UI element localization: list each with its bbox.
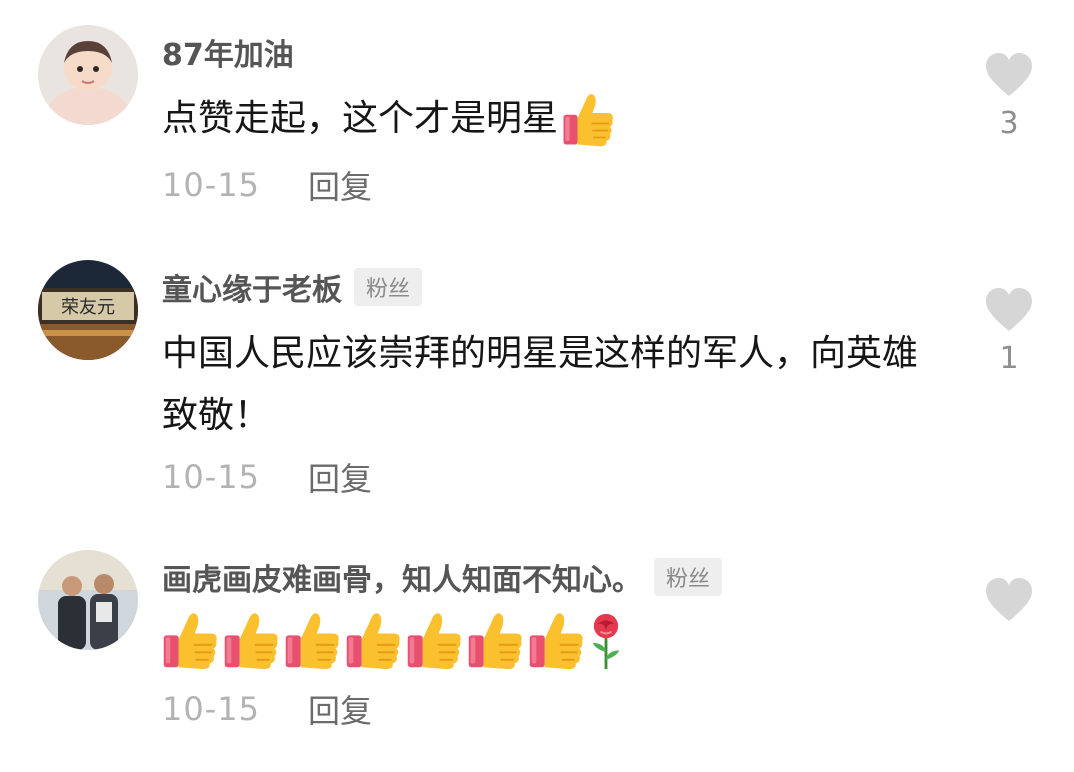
comment-text: 点赞走起，这个才是明星: [162, 88, 942, 150]
plaque-avatar-image: 荣友元: [38, 260, 138, 360]
heart-icon: [984, 577, 1034, 623]
thumbs-up-icon: [404, 611, 464, 671]
thumbs-up-icon: [282, 611, 342, 671]
username[interactable]: 画虎画皮难画骨，知人知面不知心。: [162, 555, 642, 599]
comment-meta: 10-15 回复: [162, 162, 372, 208]
comment-item: 画虎画皮难画骨，知人知面不知心。 粉丝 10-15 回复: [0, 535, 1074, 772]
like-button[interactable]: 1: [984, 287, 1034, 376]
comment-date: 10-15: [162, 458, 260, 496]
like-button[interactable]: 3: [984, 52, 1034, 141]
emoji-row: [160, 611, 625, 671]
username-row: 画虎画皮难画骨，知人知面不知心。 粉丝: [162, 555, 723, 599]
fan-badge: 粉丝: [354, 268, 423, 306]
like-count: 3: [999, 106, 1019, 141]
comment-item: 荣友元 童心缘于老板 粉丝 中国人民应该崇拜的明星是这样的军人，向英雄致敬！ 1…: [0, 235, 1074, 535]
group-photo-avatar-image: [38, 550, 138, 650]
username-row: 童心缘于老板 粉丝: [162, 265, 423, 309]
comment-meta: 10-15 回复: [162, 686, 372, 732]
avatar[interactable]: [38, 25, 138, 125]
rose-icon: [587, 611, 625, 671]
svg-text:荣友元: 荣友元: [61, 297, 115, 318]
username[interactable]: 童心缘于老板: [162, 265, 342, 309]
reply-button[interactable]: 回复: [308, 454, 372, 500]
fan-badge: 粉丝: [654, 558, 723, 596]
reply-button[interactable]: 回复: [308, 162, 372, 208]
like-count: 1: [999, 341, 1019, 376]
comment-item: 87年加油 点赞走起，这个才是明星 10-15 回复 3: [0, 0, 1074, 235]
like-button[interactable]: [984, 577, 1034, 631]
heart-icon: [984, 52, 1034, 98]
avatar[interactable]: 荣友元: [38, 260, 138, 360]
thumbs-up-icon: [221, 611, 281, 671]
comment-meta: 10-15 回复: [162, 454, 372, 500]
comment-date: 10-15: [162, 690, 260, 728]
thumbs-up-icon: [526, 611, 586, 671]
reply-button[interactable]: 回复: [308, 686, 372, 732]
baby-avatar-image: [38, 25, 138, 125]
heart-icon: [984, 287, 1034, 333]
thumbs-up-icon: [160, 611, 220, 671]
thumbs-up-icon: [560, 92, 616, 148]
comment-date: 10-15: [162, 166, 260, 204]
comment-text-content: 中国人民应该崇拜的明星是这样的军人，向英雄致敬！: [162, 333, 919, 436]
thumbs-up-icon: [343, 611, 403, 671]
username-row: 87年加油: [162, 30, 294, 74]
comment-text: 中国人民应该崇拜的明星是这样的军人，向英雄致敬！: [162, 323, 942, 447]
avatar[interactable]: [38, 550, 138, 650]
thumbs-up-icon: [465, 611, 525, 671]
comment-text-content: 点赞走起，这个才是明星: [162, 98, 559, 139]
username[interactable]: 87年加油: [162, 30, 294, 74]
